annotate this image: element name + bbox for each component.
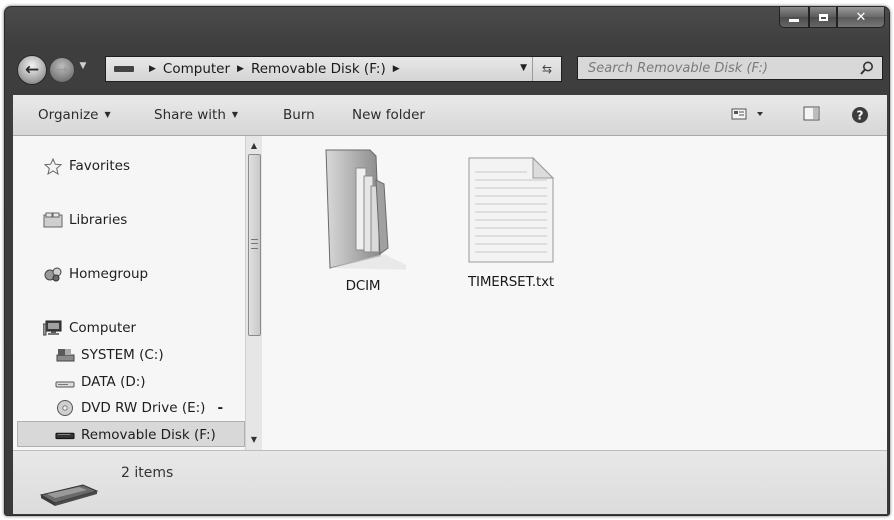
scroll-thumb[interactable] bbox=[248, 154, 261, 336]
sidebar-item-label: DATA (D:) bbox=[81, 374, 146, 390]
text-file-icon bbox=[468, 156, 555, 263]
file-name: TIMERSET.txt bbox=[468, 274, 554, 290]
sidebar-item-label: Favorites bbox=[69, 158, 130, 174]
sidebar-item-dvd-e[interactable]: DVD RW Drive (E:) - bbox=[55, 400, 223, 416]
sidebar-item-label: DVD RW Drive (E:) bbox=[81, 400, 206, 416]
search-input[interactable]: Search Removable Disk (F:) bbox=[577, 56, 883, 80]
computer-icon bbox=[43, 320, 63, 336]
new-folder-button[interactable]: New folder bbox=[352, 107, 425, 123]
folder-icon bbox=[325, 149, 416, 270]
sidebar-item-computer[interactable]: Computer bbox=[43, 320, 136, 336]
preview-pane-button[interactable] bbox=[803, 106, 821, 126]
chevron-down-icon: ▼ bbox=[79, 61, 87, 71]
command-bar: Organize ▼ Share with ▼ Burn New folder bbox=[13, 95, 887, 136]
caption-buttons: ✕ bbox=[779, 7, 885, 29]
navigation-scrollbar[interactable]: ▲ ▼ bbox=[245, 136, 262, 450]
chevron-down-icon: ▼ bbox=[104, 110, 111, 119]
sidebar-item-label: Computer bbox=[69, 320, 137, 336]
removable-disk-icon bbox=[55, 427, 75, 443]
library-icon bbox=[43, 212, 63, 228]
eject-indicator-icon: - bbox=[217, 400, 224, 416]
chevron-down-icon: ▼ bbox=[231, 110, 239, 119]
view-options-icon bbox=[731, 108, 763, 120]
breadcrumb-computer[interactable]: Computer bbox=[163, 61, 230, 77]
sidebar-item-data-d[interactable]: DATA (D:) bbox=[55, 374, 146, 390]
refresh-button[interactable]: ⇆ bbox=[532, 57, 561, 81]
organize-label: Organize bbox=[38, 107, 99, 123]
scroll-down-icon[interactable]: ▼ bbox=[246, 432, 262, 448]
item-count: 2 items bbox=[121, 465, 174, 481]
scroll-up-icon[interactable]: ▲ bbox=[246, 138, 262, 154]
preview-pane-icon bbox=[803, 106, 820, 121]
maximize-icon bbox=[818, 13, 828, 21]
file-item-dcim[interactable]: DCIM bbox=[304, 146, 422, 294]
file-item-timerset[interactable]: TIMERSET.txt bbox=[444, 154, 578, 290]
sidebar-item-libraries[interactable]: Libraries bbox=[43, 212, 127, 228]
file-name: DCIM bbox=[345, 278, 381, 294]
breadcrumb-arrow-icon[interactable]: ▶ bbox=[149, 64, 156, 74]
share-with-label: Share with bbox=[154, 107, 226, 123]
breadcrumb-removable-disk[interactable]: Removable Disk (F:) bbox=[251, 61, 386, 77]
close-button[interactable]: ✕ bbox=[837, 7, 885, 28]
drive-icon bbox=[114, 66, 134, 72]
refresh-icon: ⇆ bbox=[541, 62, 553, 76]
breadcrumb-arrow-icon[interactable]: ▶ bbox=[393, 64, 400, 74]
sidebar-item-label: SYSTEM (C:) bbox=[81, 347, 164, 363]
sidebar-item-favorites[interactable]: Favorites bbox=[43, 157, 130, 175]
sidebar-item-homegroup[interactable]: Homegroup bbox=[43, 266, 148, 282]
help-icon: ? bbox=[852, 107, 868, 123]
search-icon[interactable] bbox=[859, 60, 875, 76]
system-drive-icon bbox=[55, 347, 75, 363]
sidebar-item-label: Removable Disk (F:) bbox=[81, 427, 216, 443]
help-button[interactable]: ? bbox=[851, 106, 869, 128]
maximize-button[interactable] bbox=[809, 7, 837, 28]
burn-button[interactable]: Burn bbox=[283, 107, 315, 123]
share-with-button[interactable]: Share with ▼ bbox=[154, 107, 238, 123]
forward-button[interactable]: → bbox=[49, 57, 75, 83]
star-icon bbox=[43, 157, 63, 175]
organize-button[interactable]: Organize ▼ bbox=[38, 107, 111, 123]
grip-icon bbox=[251, 239, 258, 249]
sidebar-item-label: Homegroup bbox=[69, 266, 149, 282]
hard-drive-icon bbox=[55, 374, 75, 390]
recent-pages-button[interactable]: ▼ bbox=[77, 61, 89, 77]
file-list: DCIM TIMERSET.txt bbox=[262, 136, 887, 450]
minimize-button[interactable] bbox=[779, 7, 809, 28]
dvd-drive-icon bbox=[55, 400, 75, 416]
homegroup-icon bbox=[43, 266, 63, 282]
address-bar[interactable]: ▶ Computer ▶ Removable Disk (F:) ▶ ▼ ⇆ bbox=[105, 56, 562, 82]
details-pane: 2 items bbox=[13, 450, 887, 514]
breadcrumb-arrow-icon[interactable]: ▶ bbox=[237, 64, 244, 74]
sidebar-item-label: Libraries bbox=[69, 212, 128, 228]
change-view-button[interactable] bbox=[731, 106, 767, 126]
search-placeholder: Search Removable Disk (F:) bbox=[588, 60, 768, 76]
removable-disk-icon bbox=[39, 484, 99, 506]
navigation-pane: Favorites Libraries Homegroup Computer S bbox=[13, 136, 253, 450]
sidebar-item-removable-f[interactable]: Removable Disk (F:) bbox=[55, 427, 216, 443]
forward-arrow-icon: → bbox=[56, 62, 68, 78]
explorer-window: ✕ ← → ▼ ▶ Computer ▶ Removable Disk (F:)… bbox=[4, 6, 890, 516]
close-icon: ✕ bbox=[855, 9, 867, 25]
back-button[interactable]: ← bbox=[17, 55, 47, 85]
address-dropdown-icon[interactable]: ▼ bbox=[520, 63, 527, 73]
navigation-bar: ← → ▼ ▶ Computer ▶ Removable Disk (F:) ▶… bbox=[5, 51, 889, 85]
back-arrow-icon: ← bbox=[24, 60, 40, 80]
svg-text:?: ? bbox=[857, 109, 864, 123]
sidebar-item-system-c[interactable]: SYSTEM (C:) bbox=[55, 347, 164, 363]
minimize-icon bbox=[789, 18, 799, 22]
